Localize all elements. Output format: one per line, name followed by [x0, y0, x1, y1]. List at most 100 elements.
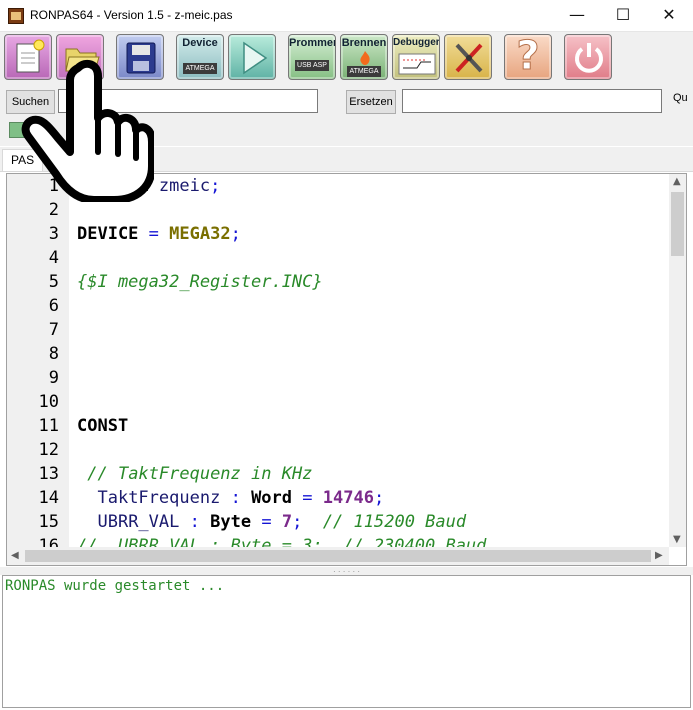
line-number: 14 [38, 488, 59, 508]
flame-icon [360, 51, 370, 65]
scroll-down-icon[interactable]: ▼ [673, 534, 681, 545]
app-icon [8, 8, 24, 24]
code-token: ; [373, 488, 385, 508]
title-bar: RONPAS64 - Version 1.5 - z-meic.pas — ☐ … [0, 0, 693, 32]
code-text: // TaktFrequenz in KHz [77, 462, 312, 486]
code-token: : [189, 512, 200, 532]
code-text: {$I mega32_Register.INC} [77, 270, 323, 294]
scroll-right-icon[interactable]: ▶ [655, 550, 663, 561]
line-number: 3 [48, 224, 59, 244]
brennen-chip-label: ATMEGA [347, 66, 381, 77]
code-line[interactable]: 16 // UBRR_VAL : Byte = 3; // 230400 Baud [7, 534, 669, 547]
debugger-button[interactable]: Debugger [392, 34, 440, 80]
code-token: UBRR_VAL [97, 512, 180, 532]
code-token: ; [210, 176, 221, 196]
code-line[interactable]: 8 [7, 342, 669, 366]
code-token: MEGA32 [169, 224, 231, 244]
code-text: UBRR_VAL : Byte = 7; // 115200 Baud [77, 510, 466, 534]
horizontal-scrollbar[interactable]: ◀ ▶ [7, 547, 669, 565]
debugger-label: Debugger [393, 37, 440, 48]
output-message: RONPAS wurde gestartet ... [5, 578, 225, 594]
code-line[interactable]: 11 CONST [7, 414, 669, 438]
hand-pointer-icon [21, 59, 154, 202]
run-button[interactable] [228, 34, 276, 80]
brennen-label: Brennen [341, 37, 387, 49]
play-icon [243, 41, 268, 75]
line-number: 16 [38, 536, 59, 547]
code-token: // TaktFrequenz in KHz [87, 464, 313, 484]
close-button[interactable]: ✕ [646, 0, 692, 31]
power-icon [575, 43, 603, 73]
prommer-button[interactable]: Prommer USB ASP [288, 34, 336, 80]
code-token: DEVICE [77, 224, 139, 244]
tools-button[interactable] [444, 34, 492, 80]
maximize-button[interactable]: ☐ [600, 0, 646, 31]
code-text: DEVICE = MEGA32; [77, 222, 241, 246]
line-number: 13 [38, 464, 59, 484]
code-token: 14746 [322, 488, 374, 508]
code-token: // UBRR_VAL : Byte = 3; // 230400 Baud [77, 536, 487, 547]
code-line[interactable]: 6 [7, 294, 669, 318]
code-token: ; [292, 512, 303, 532]
code-line[interactable]: 12 [7, 438, 669, 462]
code-text: TaktFrequenz : Word = 14746; [77, 486, 384, 510]
code-token: Byte [210, 512, 252, 532]
line-number: 15 [38, 512, 59, 532]
window-title: RONPAS64 - Version 1.5 - z-meic.pas [30, 8, 233, 22]
tools-icon [455, 43, 483, 73]
code-line[interactable]: 13 // TaktFrequenz in KHz [7, 462, 669, 486]
exit-button[interactable] [564, 34, 612, 80]
code-token: Word [251, 488, 293, 508]
replace-all-button[interactable]: Qu [673, 92, 688, 104]
code-token: = [261, 512, 272, 532]
line-number: 8 [48, 344, 59, 364]
line-number: 7 [48, 320, 59, 340]
code-text: CONST [77, 414, 128, 438]
code-editor[interactable]: 1PROGRAM zmeic;23DEVICE = MEGA32;45{$I m… [6, 173, 687, 566]
code-line[interactable]: 4 [7, 246, 669, 270]
horizontal-scroll-thumb[interactable] [25, 550, 651, 562]
prommer-label: Prommer [289, 37, 336, 49]
code-token: zmeic [158, 176, 211, 196]
code-line[interactable]: 7 [7, 318, 669, 342]
code-text: // UBRR_VAL : Byte = 3; // 230400 Baud [77, 534, 486, 547]
line-number: 12 [38, 440, 59, 460]
splitter-grip-icon: · · · · · · [333, 567, 361, 576]
code-token: = [148, 224, 159, 244]
code-line[interactable]: 15 UBRR_VAL : Byte = 7; // 115200 Baud [7, 510, 669, 534]
scroll-left-icon[interactable]: ◀ [11, 550, 19, 561]
line-number: 11 [38, 416, 59, 436]
minimize-button[interactable]: — [554, 0, 600, 31]
vertical-scroll-thumb[interactable] [671, 192, 684, 256]
code-token: : [230, 488, 241, 508]
line-number: 10 [38, 392, 59, 412]
code-line[interactable]: 14 TaktFrequenz : Word = 14746; [7, 486, 669, 510]
vertical-scrollbar[interactable]: ▲ ▼ [669, 174, 686, 547]
device-label: Device [182, 37, 218, 49]
code-line[interactable]: 3 DEVICE = MEGA32; [7, 222, 669, 246]
output-pane: RONPAS wurde gestartet ... [2, 575, 691, 708]
pane-splitter[interactable]: · · · · · · [0, 567, 693, 576]
replace-input[interactable] [402, 89, 662, 113]
code-line[interactable]: 5 {$I mega32_Register.INC} [7, 270, 669, 294]
code-line[interactable]: 10 [7, 390, 669, 414]
prommer-device-label: USB ASP [295, 60, 329, 71]
brennen-button[interactable]: Brennen ATMEGA [340, 34, 388, 80]
ersetzen-button[interactable]: Ersetzen [346, 90, 396, 114]
device-button[interactable]: Device ATMEGA [176, 34, 224, 80]
code-token: 7 [281, 512, 293, 532]
code-line[interactable]: 9 [7, 366, 669, 390]
scroll-up-icon[interactable]: ▲ [673, 176, 681, 187]
help-button[interactable]: ? [504, 34, 552, 80]
